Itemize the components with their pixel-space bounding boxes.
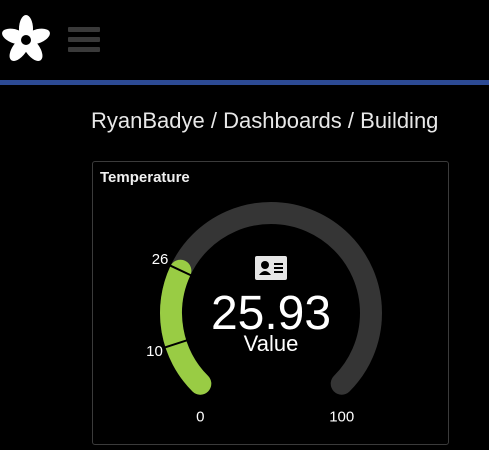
breadcrumb-separator: / [347, 108, 355, 133]
hamburger-menu-icon[interactable] [68, 27, 100, 53]
gauge-max-label: 100 [329, 409, 354, 426]
gauge-value-label: Value [244, 331, 299, 356]
breadcrumb-dashboards-link[interactable]: Dashboards [223, 108, 342, 133]
header-divider [0, 80, 489, 85]
breadcrumb-separator: / [210, 108, 217, 133]
gauge-marker-low-label: 10 [146, 343, 163, 360]
id-card-icon [255, 256, 287, 280]
breadcrumb-current-dashboard: Building [360, 108, 439, 133]
adafruit-flower-logo[interactable] [0, 12, 52, 64]
gauge-min-label: 0 [196, 409, 204, 426]
gauge-chart: 0 100 10 26 25.93 Value [146, 202, 382, 426]
gauge-block-card[interactable]: Temperature 0 100 10 26 25.93 Value [92, 161, 449, 445]
top-bar [0, 0, 489, 80]
gauge-marker-high-label: 26 [152, 251, 169, 268]
breadcrumb: RyanBadye / Dashboards / Building [91, 108, 438, 134]
breadcrumb-user-link[interactable]: RyanBadye [91, 108, 205, 133]
